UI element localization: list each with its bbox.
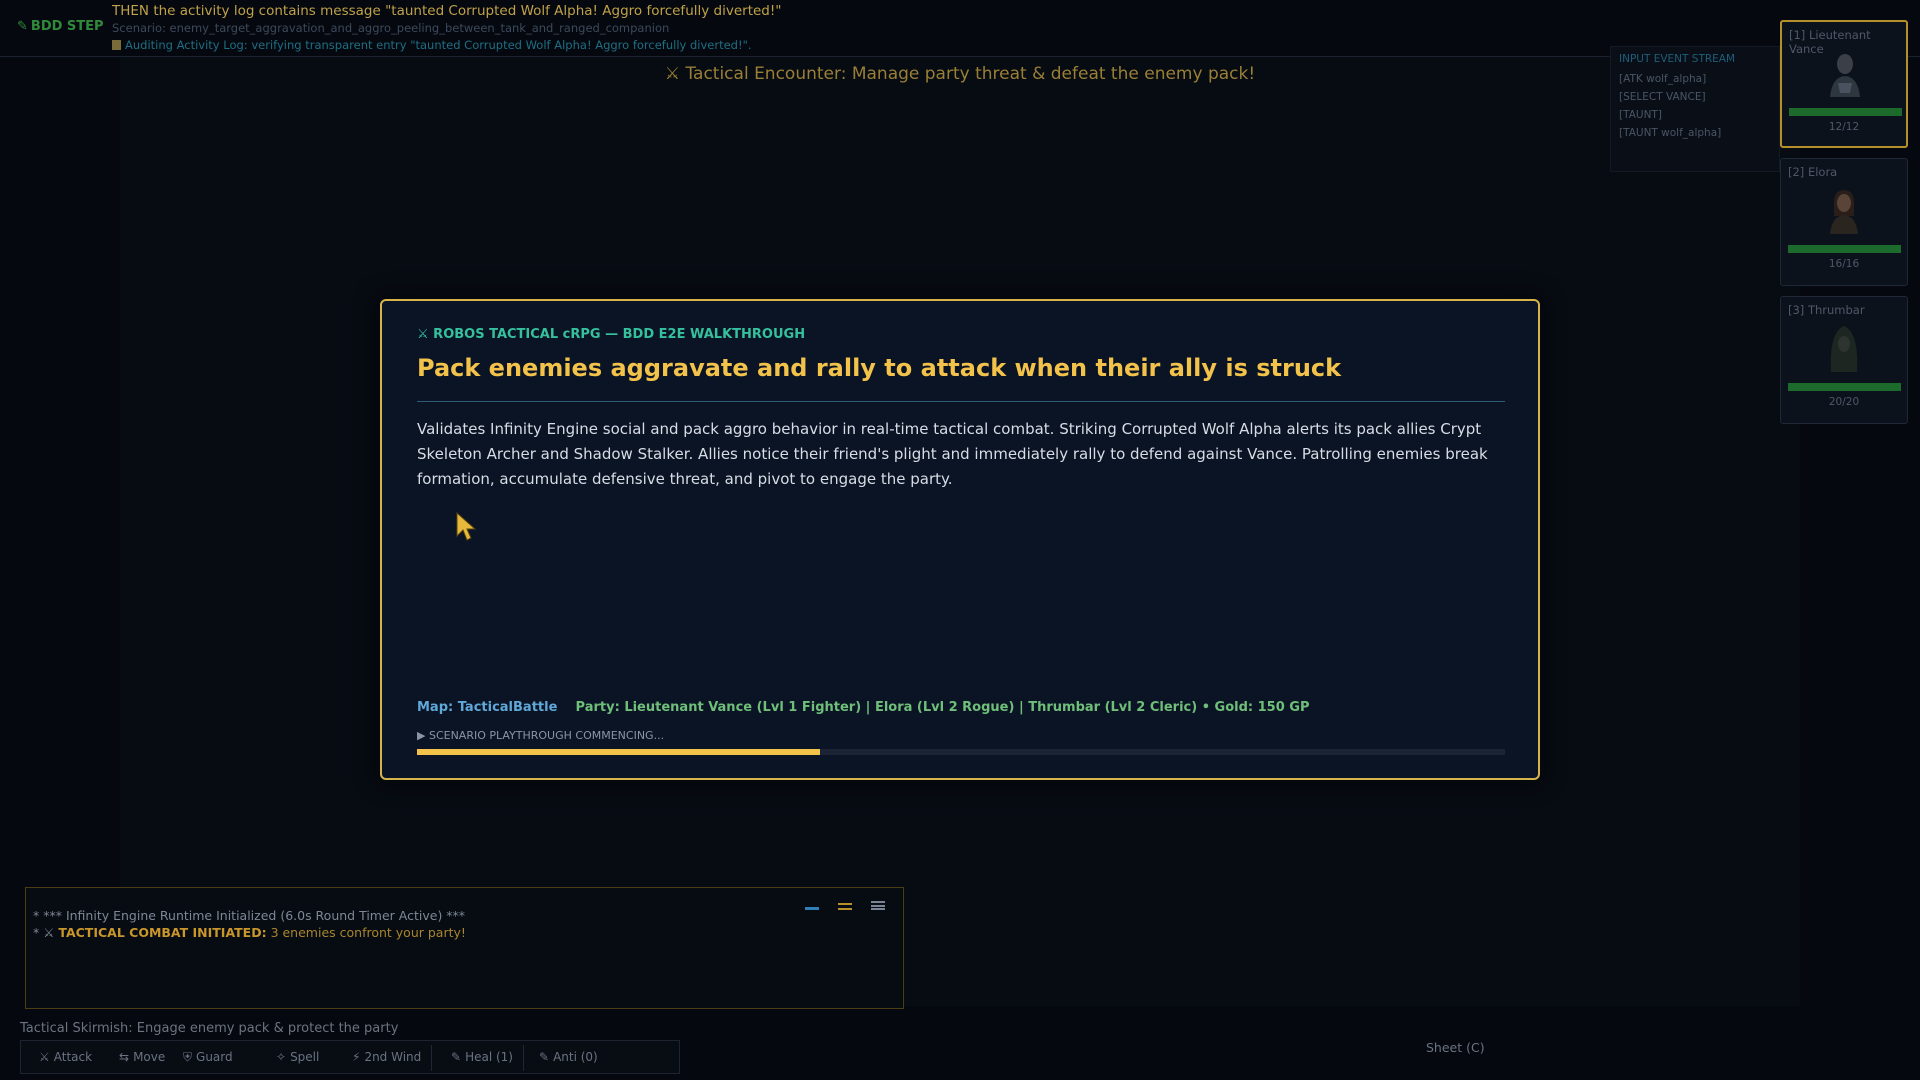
- bdd-step-text: THEN the activity log contains message "…: [112, 3, 782, 19]
- hp-text: 12/12: [1828, 121, 1860, 133]
- log-medium-button[interactable]: [837, 903, 852, 910]
- playthrough-progress: [417, 749, 1505, 755]
- spell-icon: ✧: [276, 1050, 287, 1064]
- log-entry: * *** Infinity Engine Runtime Initialize…: [33, 908, 466, 923]
- cleric-avatar: [1825, 322, 1863, 372]
- portrait-name: [3] Thrumbar: [1788, 303, 1865, 317]
- portrait-name: [2] Elora: [1788, 165, 1838, 179]
- party-portrait-thrumbar[interactable]: [3] Thrumbar 20/20: [1780, 296, 1908, 424]
- modal-divider: [417, 401, 1505, 402]
- mouse-cursor-icon: [456, 512, 477, 541]
- stream-title: INPUT EVENT STREAM: [1619, 53, 1736, 65]
- log-controls: [791, 895, 885, 914]
- hp-bar: [1789, 108, 1902, 116]
- bdd-step-tag: ✎ BDD STEP: [17, 19, 104, 34]
- stream-event: [SELECT VANCE]: [1619, 91, 1706, 103]
- modal-meta: Map: TacticalBattle Party: Lieutenant Va…: [417, 700, 1309, 715]
- party-portrait-elora[interactable]: [2] Elora 16/16: [1780, 158, 1908, 286]
- hp-bar: [1788, 245, 1901, 253]
- sword-icon: ⚔: [39, 1050, 50, 1064]
- action-bar: ⚔ Attack ⇆ Move ⛨ Guard ✧ Spell ⚡ 2nd Wind ✎ H…: [20, 1040, 680, 1074]
- anti-button[interactable]: ✎ Anti (0): [539, 1050, 598, 1064]
- pencil-icon: ✎: [17, 19, 28, 34]
- hp-bar: [1788, 383, 1901, 391]
- progress-fill: [417, 749, 820, 755]
- modal-kicker: ⚔ ROBOS TACTICAL cRPG — BDD E2E WALKTHRO…: [417, 327, 806, 342]
- modal-description: Validates Infinity Engine social and pac…: [417, 420, 1488, 488]
- modal-title: Pack enemies aggravate and rally to atta…: [417, 354, 1342, 382]
- fighter-avatar: [1826, 47, 1864, 97]
- second-wind-button[interactable]: ⚡ 2nd Wind: [352, 1050, 421, 1064]
- stream-event: [ATK wolf_alpha]: [1619, 73, 1707, 85]
- stream-event: [TAUNT]: [1619, 109, 1662, 121]
- scenario-intro-modal: ⚔ ROBOS TACTICAL cRPG — BDD E2E WALKTHRO…: [380, 299, 1540, 780]
- antidote-icon: ✎: [539, 1050, 550, 1064]
- stream-event: [TAUNT wolf_alpha]: [1619, 127, 1722, 139]
- shield-icon: ⛨: [183, 1050, 193, 1064]
- potion-icon: ✎: [451, 1050, 462, 1064]
- log-minimize-button[interactable]: [804, 898, 819, 910]
- move-icon: ⇆: [119, 1050, 130, 1064]
- spell-button[interactable]: ✧ Spell: [276, 1050, 319, 1064]
- log-entry: * ⚔ TACTICAL COMBAT INITIATED: 3 enemies…: [33, 925, 466, 940]
- lightning-icon: ⚡: [352, 1050, 361, 1064]
- playthrough-status: ▶ SCENARIO PLAYTHROUGH COMMENCING...: [417, 729, 665, 742]
- hp-text: 16/16: [1828, 258, 1860, 270]
- party-summary: Party: Lieutenant Vance (Lvl 1 Fighter) …: [575, 700, 1310, 715]
- input-event-stream: INPUT EVENT STREAM [ATK wolf_alpha] [SEL…: [1610, 46, 1780, 172]
- combat-log: * *** Infinity Engine Runtime Initialize…: [25, 887, 904, 1009]
- log-expand-button[interactable]: [871, 901, 885, 910]
- guard-button[interactable]: ⛨ Guard: [183, 1050, 233, 1065]
- character-sheet-button[interactable]: Sheet (C): [1426, 1040, 1485, 1055]
- action-divider: [523, 1045, 524, 1071]
- encounter-status: Tactical Skirmish: Engage enemy pack & p…: [20, 1021, 399, 1036]
- action-divider: [431, 1045, 432, 1071]
- party-portrait-vance[interactable]: [1] Lieutenant Vance 12/12: [1780, 20, 1908, 148]
- bdd-audit-message: Auditing Activity Log: verifying transpa…: [112, 38, 752, 52]
- move-button[interactable]: ⇆ Move: [119, 1050, 165, 1064]
- map-name: Map: TacticalBattle: [417, 700, 558, 715]
- document-icon: [112, 40, 121, 50]
- hp-text: 20/20: [1828, 396, 1860, 408]
- rogue-avatar: [1825, 184, 1863, 234]
- bdd-scenario-name: Scenario: enemy_target_aggravation_and_a…: [112, 21, 670, 35]
- heal-button[interactable]: ✎ Heal (1): [451, 1050, 513, 1064]
- attack-button[interactable]: ⚔ Attack: [39, 1050, 92, 1064]
